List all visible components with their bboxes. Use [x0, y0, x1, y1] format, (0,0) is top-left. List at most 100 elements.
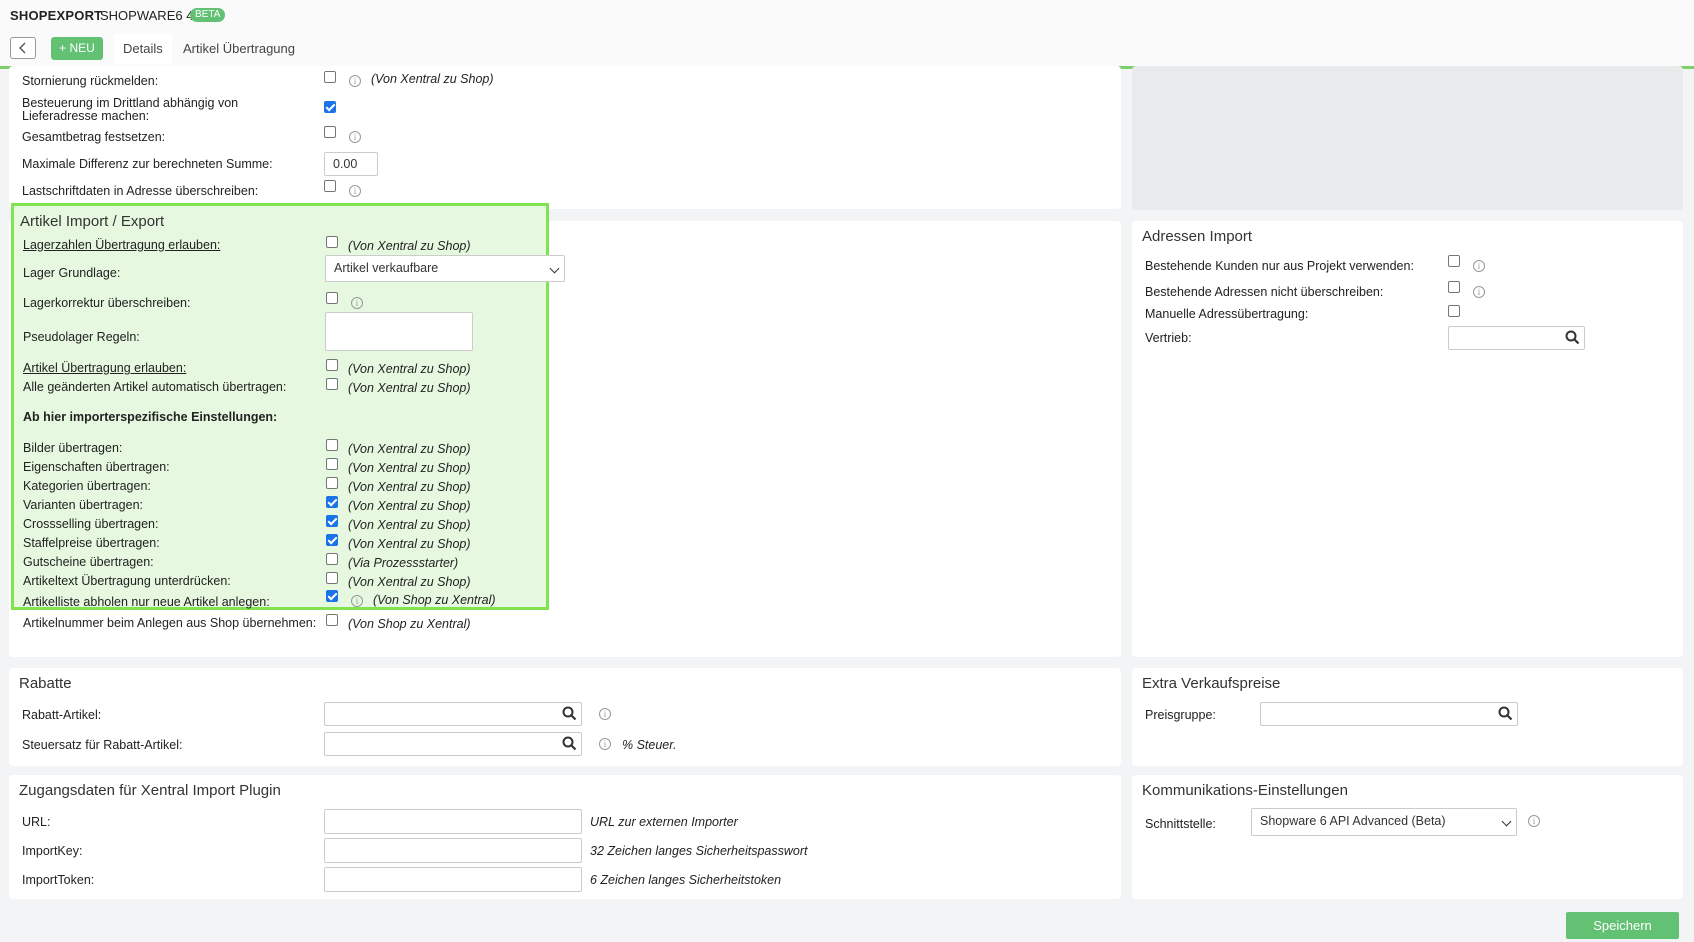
chevron-down-icon — [1501, 816, 1512, 827]
stock-correction-label: Lagerkorrektur überschreiben: — [23, 296, 191, 310]
images-checkbox[interactable] — [326, 439, 338, 451]
address-import-card: Adressen Import Bestehende Kunden nur au… — [1132, 221, 1683, 657]
app-title: SHOPEXPORT — [10, 8, 103, 23]
info-icon[interactable]: i — [1528, 815, 1540, 827]
save-button[interactable]: Speichern — [1566, 912, 1679, 939]
article-import-export-section: Artikel Import / Export Lagerzahlen Über… — [11, 203, 565, 631]
option-label: Crossselling übertragen: — [23, 517, 159, 531]
tab-details[interactable]: Details — [114, 34, 172, 64]
article-transfer-label[interactable]: Artikel Übertragung erlauben: — [23, 361, 186, 375]
existing-customers-checkbox[interactable] — [1448, 255, 1460, 267]
interface-value: Shopware 6 API Advanced (Beta) — [1260, 814, 1446, 828]
interface-label: Schnittstelle: — [1145, 817, 1216, 831]
price-group-input[interactable] — [1260, 702, 1518, 726]
import-key-input[interactable] — [324, 838, 582, 863]
option-label: Artikelliste abholen nur neue Artikel an… — [23, 595, 270, 609]
variants-checkbox[interactable] — [326, 496, 338, 508]
module-title: SHOPWARE6 4 — [100, 8, 194, 23]
auto-transfer-label: Alle geänderten Artikel automatisch über… — [23, 380, 287, 394]
sales-input[interactable] — [1448, 326, 1585, 350]
option-note: (Von Xentral zu Shop) — [348, 480, 471, 494]
discount-tax-label: Steuersatz für Rabatt-Artikel: — [22, 738, 183, 752]
import-token-label: ImportToken: — [22, 873, 95, 887]
info-icon[interactable]: i — [1473, 260, 1485, 272]
cancel-report-note: (Von Xentral zu Shop) — [371, 72, 494, 86]
new-articles-only-checkbox[interactable] — [326, 590, 338, 602]
debit-overwrite-label: Lastschriftdaten in Adresse überschreibe… — [22, 184, 259, 198]
extra-prices-card: Extra Verkaufspreise Preisgruppe: — [1132, 668, 1683, 766]
info-icon[interactable]: i — [599, 738, 611, 750]
article-transfer-note: (Von Xentral zu Shop) — [348, 362, 471, 376]
info-icon[interactable]: i — [351, 595, 363, 607]
image-placeholder — [1132, 66, 1683, 210]
categories-checkbox[interactable] — [326, 477, 338, 489]
article-section-title: Artikel Import / Export — [20, 213, 165, 230]
url-input[interactable] — [324, 809, 582, 834]
chevron-left-icon — [19, 42, 26, 54]
discounts-title: Rabatte — [19, 675, 72, 692]
stock-transfer-label[interactable]: Lagerzahlen Übertragung erlauben: — [23, 238, 220, 252]
info-icon[interactable]: i — [349, 185, 361, 197]
option-note: (Von Xentral zu Shop) — [348, 575, 471, 589]
max-diff-input[interactable]: 0.00 — [324, 152, 378, 176]
info-icon[interactable]: i — [349, 131, 361, 143]
auto-transfer-checkbox[interactable] — [326, 378, 338, 390]
search-icon[interactable] — [562, 706, 577, 721]
app-header: SHOPEXPORT SHOPWARE6 4 BETA — [0, 0, 1694, 30]
import-token-input[interactable] — [324, 867, 582, 892]
pseudo-stock-textarea[interactable] — [325, 312, 473, 351]
address-import-title: Adressen Import — [1142, 228, 1253, 245]
import-token-note: 6 Zeichen langes Sicherheitstoken — [590, 873, 782, 887]
tab-article-transfer[interactable]: Artikel Übertragung — [174, 34, 304, 64]
total-fix-label: Gesamtbetrag festsetzen: — [22, 130, 166, 144]
warehouse-basis-value: Artikel verkaufbare — [334, 261, 439, 275]
sales-label: Vertrieb: — [1145, 331, 1192, 345]
cancel-report-label: Stornierung rückmelden: — [22, 74, 159, 88]
cancel-report-checkbox[interactable] — [324, 71, 336, 83]
third-country-tax-checkbox[interactable] — [324, 101, 336, 113]
stock-transfer-checkbox[interactable] — [326, 236, 338, 248]
new-button[interactable]: + NEU — [51, 37, 103, 60]
option-note: (Via Prozessstarter) — [348, 556, 459, 570]
toolbar: + NEU Details Artikel Übertragung — [0, 30, 1694, 69]
total-fix-checkbox[interactable] — [324, 126, 336, 138]
tier-prices-checkbox[interactable] — [326, 534, 338, 546]
warehouse-basis-select[interactable]: Artikel verkaufbare — [325, 255, 565, 282]
search-icon[interactable] — [1498, 706, 1513, 721]
article-transfer-checkbox[interactable] — [326, 359, 338, 371]
suppress-text-checkbox[interactable] — [326, 572, 338, 584]
warehouse-basis-label: Lager Grundlage: — [23, 266, 121, 280]
manual-address-checkbox[interactable] — [1448, 305, 1460, 317]
take-article-number-checkbox[interactable] — [326, 614, 338, 626]
debit-overwrite-checkbox[interactable] — [324, 180, 336, 192]
pseudo-stock-label: Pseudolager Regeln: — [23, 330, 140, 344]
price-group-label: Preisgruppe: — [1145, 708, 1216, 722]
option-note: (Von Xentral zu Shop) — [348, 461, 471, 475]
discount-tax-input[interactable] — [324, 732, 582, 756]
import-key-label: ImportKey: — [22, 844, 83, 858]
crossselling-checkbox[interactable] — [326, 515, 338, 527]
option-label: Varianten übertragen: — [23, 498, 143, 512]
no-overwrite-checkbox[interactable] — [1448, 281, 1460, 293]
search-icon[interactable] — [562, 736, 577, 751]
option-label: Staffelpreise übertragen: — [23, 536, 160, 550]
stock-correction-checkbox[interactable] — [326, 292, 338, 304]
search-icon[interactable] — [1565, 330, 1580, 345]
vouchers-checkbox[interactable] — [326, 553, 338, 565]
info-icon[interactable]: i — [351, 297, 363, 309]
option-label: Artikeltext Übertragung unterdrücken: — [23, 574, 231, 588]
import-key-note: 32 Zeichen langes Sicherheitspasswort — [590, 844, 808, 858]
option-note: (Von Xentral zu Shop) — [348, 537, 471, 551]
communication-card: Kommunikations-Einstellungen Schnittstel… — [1132, 775, 1683, 899]
info-icon[interactable]: i — [349, 75, 361, 87]
interface-select[interactable]: Shopware 6 API Advanced (Beta) — [1251, 808, 1517, 836]
properties-checkbox[interactable] — [326, 458, 338, 470]
info-icon[interactable]: i — [599, 708, 611, 720]
manual-address-label: Manuelle Adressübertragung: — [1145, 307, 1309, 321]
back-button[interactable] — [10, 37, 36, 59]
third-country-tax-label-1: Besteuerung im Drittland abhängig von — [22, 96, 239, 110]
access-data-title: Zugangsdaten für Xentral Import Plugin — [19, 782, 281, 799]
discount-item-input[interactable] — [324, 702, 582, 726]
max-diff-label: Maximale Differenz zur berechneten Summe… — [22, 157, 273, 171]
info-icon[interactable]: i — [1473, 286, 1485, 298]
